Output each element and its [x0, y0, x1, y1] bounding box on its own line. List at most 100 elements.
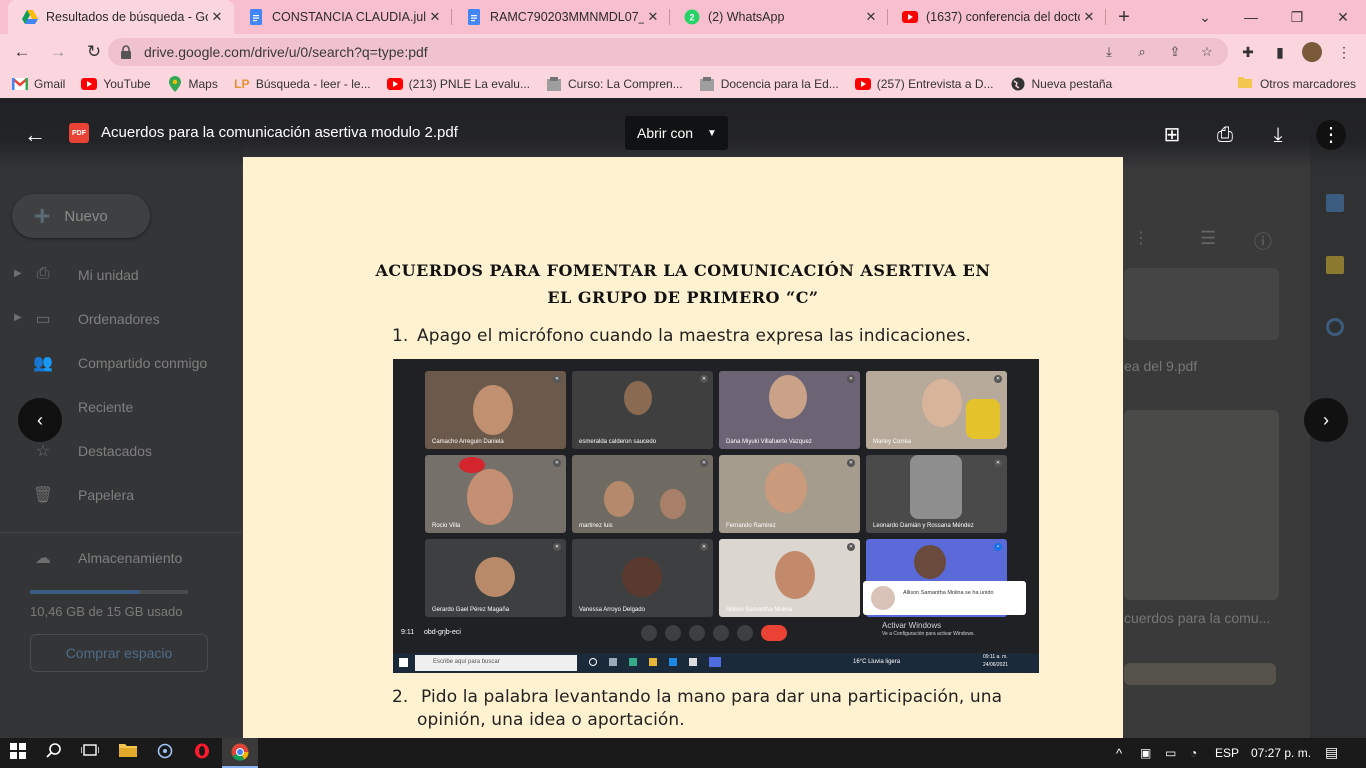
windows-start-icon[interactable]: [8, 743, 28, 763]
tab-strip: Resultados de búsqueda - Go ✕ CONSTANCIA…: [0, 0, 1366, 34]
bookmark-gmail[interactable]: Gmail: [12, 76, 65, 92]
gmail-icon: [12, 76, 28, 92]
reload-icon[interactable]: ↻: [78, 36, 110, 68]
nav-label: Destacados: [78, 443, 152, 459]
meet-join-notification: Allison Samantha Molina se ha unido: [863, 581, 1026, 615]
nav-label: Almacenamiento: [78, 550, 183, 566]
list-view-icon[interactable]: ☰: [1200, 228, 1216, 249]
profile-avatar[interactable]: [1302, 42, 1322, 62]
viewer-file-title: Acuerdos para la comunicación asertiva m…: [101, 124, 458, 141]
share-icon[interactable]: ⇪: [1167, 44, 1183, 60]
more-icon[interactable]: ⋮: [1133, 228, 1149, 248]
close-tab-icon[interactable]: ✕: [644, 9, 662, 25]
power-icon[interactable]: ▭: [1165, 746, 1176, 760]
bookmark-curso[interactable]: Curso: La Compren...: [546, 76, 683, 92]
nav-trash[interactable]: 🗑 Papelera: [0, 475, 242, 515]
file-explorer-icon[interactable]: [118, 743, 138, 763]
task-view-icon[interactable]: [80, 743, 100, 763]
file-thumbnail[interactable]: [1124, 410, 1279, 600]
side-panel-icon[interactable]: ▮: [1270, 42, 1290, 62]
zoom-icon[interactable]: ⌕: [1134, 44, 1150, 60]
install-app-icon[interactable]: ⤓: [1101, 44, 1117, 60]
close-tab-icon[interactable]: ✕: [862, 9, 880, 25]
previous-file-button[interactable]: ‹: [18, 398, 62, 442]
bookmark-docencia[interactable]: Docencia para la Ed...: [699, 76, 839, 92]
add-comment-icon[interactable]: ⊞: [1159, 122, 1185, 148]
buy-storage-button[interactable]: Comprar espacio: [30, 634, 208, 672]
search-icon[interactable]: [44, 743, 64, 763]
lp-icon: LP: [234, 77, 250, 91]
close-window-icon[interactable]: ✕: [1320, 0, 1366, 34]
nav-computers[interactable]: ▶ ▭ Ordenadores: [0, 299, 242, 339]
bookmark-nueva-pestana[interactable]: Nueva pestaña: [1010, 76, 1112, 92]
nav-shared[interactable]: 👥 Compartido conmigo: [0, 343, 242, 383]
bookmark-label: Gmail: [34, 77, 66, 91]
wifi-icon[interactable]: ◔: [1190, 746, 1197, 760]
participant-name: Dana Miyuki Villafuerte Vazquez: [726, 439, 812, 445]
nav-label: Reciente: [78, 399, 134, 415]
close-tab-icon[interactable]: ✕: [208, 9, 226, 25]
back-arrow-icon[interactable]: ←: [22, 122, 48, 148]
bookmark-youtube[interactable]: YouTube: [81, 76, 151, 92]
bookmark-star-icon[interactable]: ☆: [1199, 44, 1215, 60]
tray-notification-icon[interactable]: ▣: [1140, 746, 1151, 760]
calendar-icon[interactable]: [1326, 194, 1344, 212]
restore-icon[interactable]: ❐: [1274, 0, 1320, 34]
file-thumbnail[interactable]: [1124, 268, 1279, 340]
language-indicator[interactable]: ESP: [1215, 746, 1239, 760]
document-title-line2: EL GRUPO DE PRIMERO “C”: [547, 288, 819, 307]
participant-tile: ✕ Gerardo Gael Pérez Magaña: [425, 539, 566, 617]
info-icon[interactable]: ⓘ: [1254, 228, 1272, 254]
tasks-icon[interactable]: [1326, 318, 1344, 336]
meet-present-icon: [713, 625, 729, 641]
chrome-icon: [230, 743, 250, 763]
new-tab-button[interactable]: +: [1106, 0, 1142, 34]
menu-kebab-icon[interactable]: ⋮: [1334, 42, 1354, 62]
chrome-taskbar-button[interactable]: [222, 738, 258, 768]
address-bar[interactable]: drive.google.com/drive/u/0/search?q=type…: [108, 38, 1228, 66]
participant-name: martinez luis: [579, 523, 613, 529]
url-text: drive.google.com/drive/u/0/search?q=type…: [144, 44, 428, 60]
file-name[interactable]: cuerdos para la comu...: [1124, 610, 1270, 626]
maps-icon: [167, 76, 183, 92]
tab-whatsapp[interactable]: 2 (2) WhatsApp ✕: [670, 0, 888, 34]
more-actions-icon[interactable]: ⋮: [1316, 120, 1346, 150]
tab-drive-search[interactable]: Resultados de búsqueda - Go ✕: [8, 0, 234, 34]
back-icon[interactable]: ←: [6, 36, 38, 68]
whatsapp-icon: 2: [684, 9, 700, 25]
cortana-icon[interactable]: [155, 743, 175, 763]
bookmark-maps[interactable]: Maps: [167, 76, 218, 92]
bookmark-busqueda[interactable]: LP Búsqueda - leer - le...: [234, 76, 370, 92]
next-file-button[interactable]: ›: [1304, 398, 1348, 442]
extensions-icon[interactable]: ✚: [1238, 42, 1258, 62]
tab-ramc[interactable]: RAMC790203MMNMDL07_N ✕: [452, 0, 670, 34]
tab-youtube-conferencia[interactable]: (1637) conferencia del docto ✕: [888, 0, 1106, 34]
tray-chevron-icon[interactable]: ^: [1116, 746, 1122, 761]
nav-storage[interactable]: ☁ Almacenamiento: [0, 538, 242, 578]
mic-off-icon: ✕: [700, 543, 708, 551]
download-icon[interactable]: ⤓: [1265, 122, 1291, 148]
forward-icon[interactable]: →: [42, 36, 74, 68]
opera-icon[interactable]: [192, 743, 212, 763]
google-drive-icon: [22, 9, 38, 25]
print-icon[interactable]: ⎙: [1212, 122, 1238, 148]
star-icon: ☆: [35, 443, 51, 460]
new-button[interactable]: + Nuevo: [12, 194, 150, 238]
minimize-icon[interactable]: —: [1228, 0, 1274, 34]
bookmark-entrevista[interactable]: (257) Entrevista a D...: [854, 76, 994, 92]
nav-my-drive[interactable]: ▶ ⎙ Mi unidad: [0, 255, 242, 295]
other-bookmarks[interactable]: Otros marcadores: [1237, 76, 1356, 91]
tab-constancia[interactable]: CONSTANCIA CLAUDIA.julio ✕: [234, 0, 452, 34]
bookmark-pnle[interactable]: (213) PNLE La evalu...: [386, 76, 530, 92]
activate-windows-subtext: Ve a Configuración para activar Windows.: [882, 631, 975, 637]
file-name[interactable]: ea del 9.pdf: [1124, 358, 1197, 374]
keep-icon[interactable]: [1326, 256, 1344, 274]
file-thumbnail[interactable]: [1124, 663, 1276, 685]
tab-search-chevron-icon[interactable]: ⌄: [1182, 0, 1228, 34]
action-center-icon[interactable]: ▤: [1325, 744, 1338, 761]
close-tab-icon[interactable]: ✕: [426, 9, 444, 25]
clock-text[interactable]: 07:27 p. m.: [1251, 746, 1311, 760]
mic-off-icon: ✕: [553, 459, 561, 467]
open-with-button[interactable]: Abrir con ▼: [625, 116, 728, 150]
close-tab-icon[interactable]: ✕: [1080, 9, 1098, 25]
